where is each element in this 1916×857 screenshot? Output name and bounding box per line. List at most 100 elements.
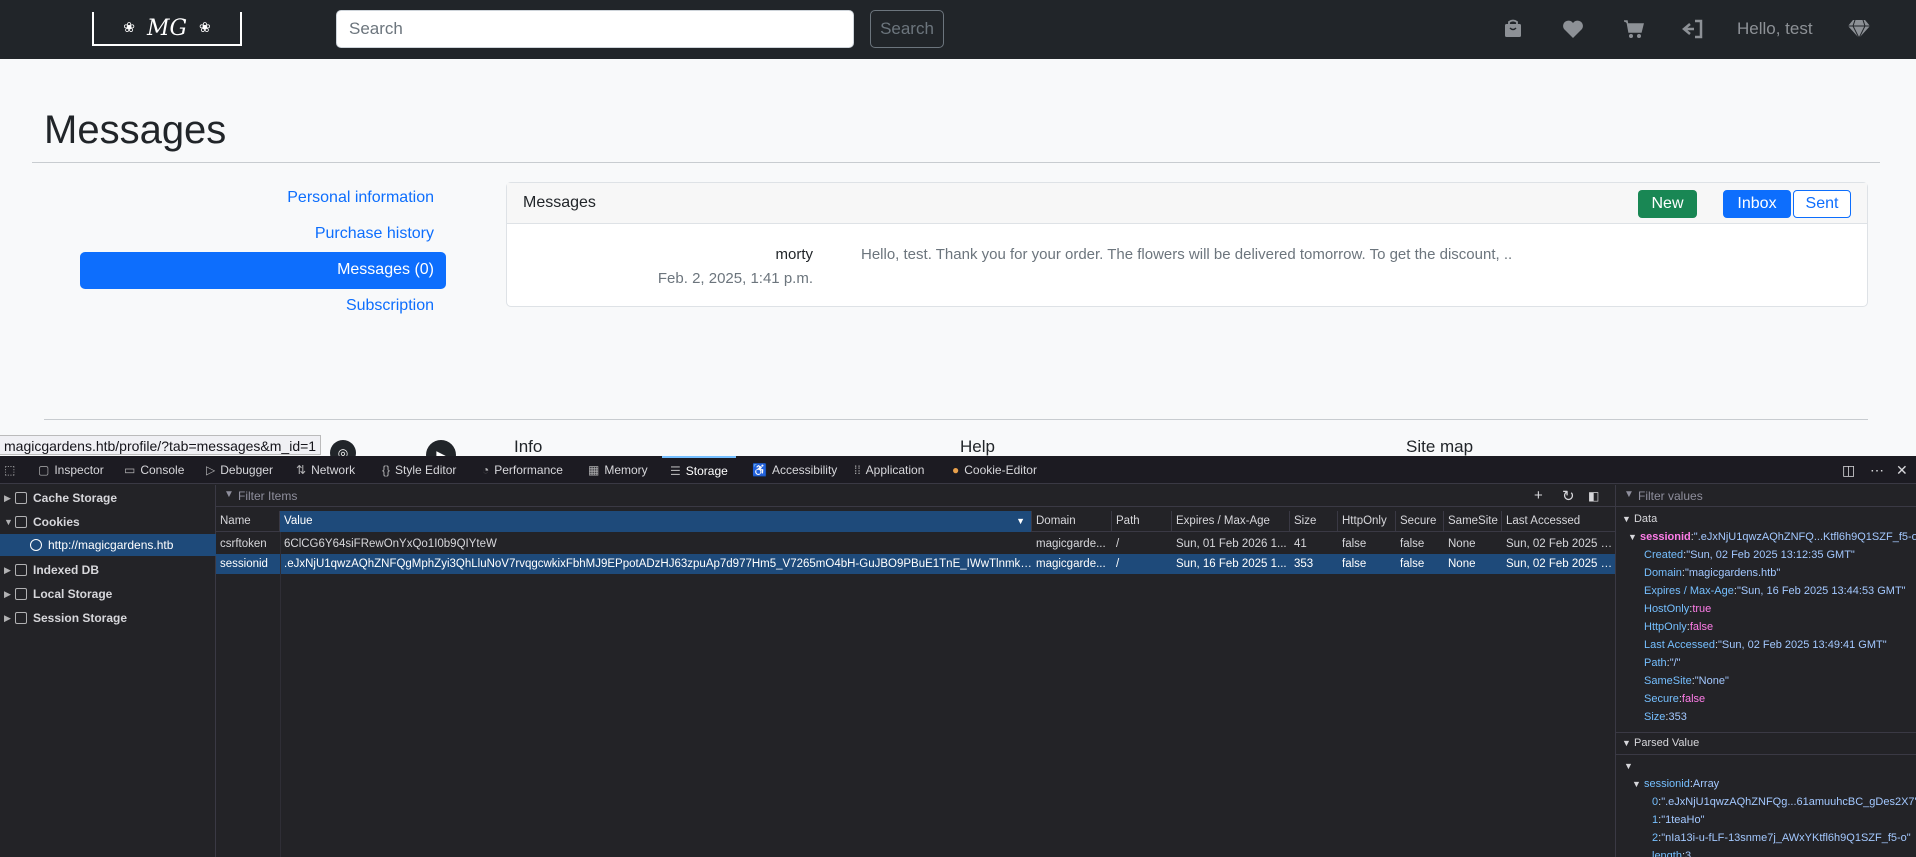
site-logo[interactable]: ❀ MG ❀ [92,12,242,46]
tree-item-session-storage[interactable]: ▶ Session Storage [0,607,216,629]
parsed-item-value: 3 [1685,850,1692,857]
close-icon[interactable]: ✕ [1896,462,1908,479]
column-header-size[interactable]: Size [1290,511,1338,532]
sent-button[interactable]: Sent [1793,190,1851,218]
column-header-expires[interactable]: Expires / Max-Age [1172,511,1290,532]
column-header-httponly[interactable]: HttpOnly [1338,511,1396,532]
sidebar-item-personal-information[interactable]: Personal information [287,189,434,207]
search-input[interactable] [336,10,854,48]
column-header-domain[interactable]: Domain [1032,511,1112,532]
footer-help-heading: Help [960,437,995,456]
tab-application[interactable]: ⁞⁞ Application [854,456,924,484]
data-field-row[interactable]: SameSite:"None" [1644,672,1729,690]
tree-item-cookie-host[interactable]: http://magicgardens.htb [0,534,216,556]
root-value: ".eJxNjU1qwzAQhZNFQ...Ktfl6h9Q1SZF_f5-o" [1693,531,1916,543]
tree-item-cookies[interactable]: ▼ Cookies [0,511,216,533]
expand-arrow-icon[interactable]: ▶ [4,583,11,605]
lotus-icon: ❀ [199,20,211,36]
cell-name: sessionid [220,558,268,570]
parsed-item-row[interactable]: 1:"1teaHo" [1652,811,1704,829]
tree-item-local-storage[interactable]: ▶ Local Storage [0,583,216,605]
logout-icon[interactable] [1680,16,1706,42]
dock-icon[interactable]: ◫ [1842,462,1855,479]
tab-storage[interactable]: ☰ Storage [662,456,736,484]
tab-cookie-editor[interactable]: ● Cookie-Editor [952,456,1037,484]
table-row[interactable]: sessionid .eJxNjU1qwzAQhZNFQgMphZyi3QhLl… [216,554,1615,574]
diamond-icon[interactable] [1846,16,1872,42]
data-field-row[interactable]: Expires / Max-Age:"Sun, 16 Feb 2025 13:4… [1644,582,1906,600]
column-header-value[interactable]: Value ▼ [280,511,1032,532]
message-sender: morty [775,246,814,263]
inspector-icon: ▢ [38,463,50,477]
data-field-row[interactable]: Domain:"magicgardens.htb" [1644,564,1780,582]
data-field-row[interactable]: Path:"/" [1644,654,1681,672]
expand-arrow-icon[interactable]: ▶ [4,607,11,629]
cell-path: / [1116,538,1120,550]
tab-style-editor[interactable]: {} Style Editor [382,456,456,484]
expand-arrow-icon[interactable]: ▶ [4,487,11,509]
tab-console[interactable]: ▭ Console [124,456,184,484]
data-field-row[interactable]: HttpOnly:false [1644,618,1713,636]
filter-items-input[interactable]: Filter Items [238,489,297,503]
inbox-button[interactable]: Inbox [1723,190,1791,218]
cell-secure: false [1400,558,1425,570]
table-row[interactable]: csrftoken 6ClCG6Y64siFRewOnYxQo1I0b9QIYt… [216,534,1615,554]
tree-item-cache-storage[interactable]: ▶ Cache Storage [0,487,216,509]
tab-inspector[interactable]: ▢ Inspector [38,456,104,484]
data-root-row[interactable]: ▼ sessionid:".eJxNjU1qwzAQhZNFQ...Ktfl6h… [1628,528,1916,546]
storage-icon: ☰ [670,464,681,478]
column-header-path[interactable]: Path [1112,511,1172,532]
parsed-root-row[interactable]: ▼ sessionid:Array [1632,775,1719,793]
sidebar-item-subscription[interactable]: Subscription [346,297,434,315]
tab-network[interactable]: ⇅ Network [296,456,355,484]
filter-bar: ▼ Filter Items + ↻ ◧ [216,485,1615,507]
parsed-item-row[interactable]: 0:".eJxNjU1qwzAQhZNFQg...61amuuhcBC_gDes… [1652,793,1916,811]
column-header-name[interactable]: Name [216,511,280,532]
cart-icon[interactable] [1621,16,1647,42]
tree-item-label: Indexed DB [33,563,100,577]
tab-performance[interactable]: ◔ Performance [482,456,563,484]
field-key: SameSite [1644,675,1692,687]
user-greeting[interactable]: Hello, test [1737,19,1813,39]
tab-debugger[interactable]: ▷ Debugger [206,456,273,484]
devtools-panel: ⬚ ▢ Inspector ▭ Console ▷ Debugger ⇅ Network… [0,456,1916,857]
filter-values-input[interactable]: Filter values [1638,489,1703,503]
data-section-header[interactable]: ▼ Data [1622,510,1657,528]
data-field-row[interactable]: Secure:false [1644,690,1705,708]
new-message-button[interactable]: New [1638,190,1697,218]
sidebar-item-purchase-history[interactable]: Purchase history [315,225,434,243]
bag-icon[interactable] [1500,16,1526,42]
toggle-sidebar-icon[interactable]: ◧ [1588,489,1599,503]
data-field-row[interactable]: HostOnly:true [1644,600,1711,618]
cell-httponly: false [1342,558,1367,570]
search-button[interactable]: Search [870,10,944,48]
tree-item-label: Cache Storage [33,491,118,505]
parsed-collapse-arrow-icon[interactable]: ▼ [1624,757,1633,775]
parsed-item-row[interactable]: length:3 [1652,847,1691,857]
add-item-icon[interactable]: + [1534,487,1543,504]
application-icon: ⁞⁞ [854,463,861,477]
refresh-icon[interactable]: ↻ [1562,487,1575,505]
sidebar-item-messages[interactable]: Messages (0) [80,252,446,289]
more-options-icon[interactable]: ⋯ [1870,462,1884,479]
globe-icon [30,539,42,551]
heart-icon[interactable] [1560,16,1586,42]
filter-icon: ▼ [1624,489,1634,500]
column-header-samesite[interactable]: SameSite [1444,511,1502,532]
expand-arrow-icon[interactable]: ▶ [4,559,11,581]
field-key: Domain [1644,567,1682,579]
element-picker-icon[interactable]: ⬚ [4,456,15,484]
parsed-item-row[interactable]: 2:"nIa13i-u-fLF-13snme7j_AWxYKtfl6h9Q1SZ… [1652,829,1911,847]
collapse-arrow-icon[interactable]: ▼ [4,511,13,533]
message-preview[interactable]: Hello, test. Thank you for your order. T… [861,246,1512,263]
tree-item-indexed-db[interactable]: ▶ Indexed DB [0,559,216,581]
tab-memory[interactable]: ▦ Memory [588,456,648,484]
column-header-last-accessed[interactable]: Last Accessed [1502,511,1615,532]
cell-secure: false [1400,538,1425,550]
parsed-section-header[interactable]: ▼ Parsed Value [1622,734,1699,752]
data-field-row[interactable]: Created:"Sun, 02 Feb 2025 13:12:35 GMT" [1644,546,1855,564]
data-field-row[interactable]: Last Accessed:"Sun, 02 Feb 2025 13:49:41… [1644,636,1887,654]
column-header-secure[interactable]: Secure [1396,511,1444,532]
tab-accessibility[interactable]: ♿ Accessibility [752,456,837,484]
data-field-row[interactable]: Size:353 [1644,708,1687,726]
